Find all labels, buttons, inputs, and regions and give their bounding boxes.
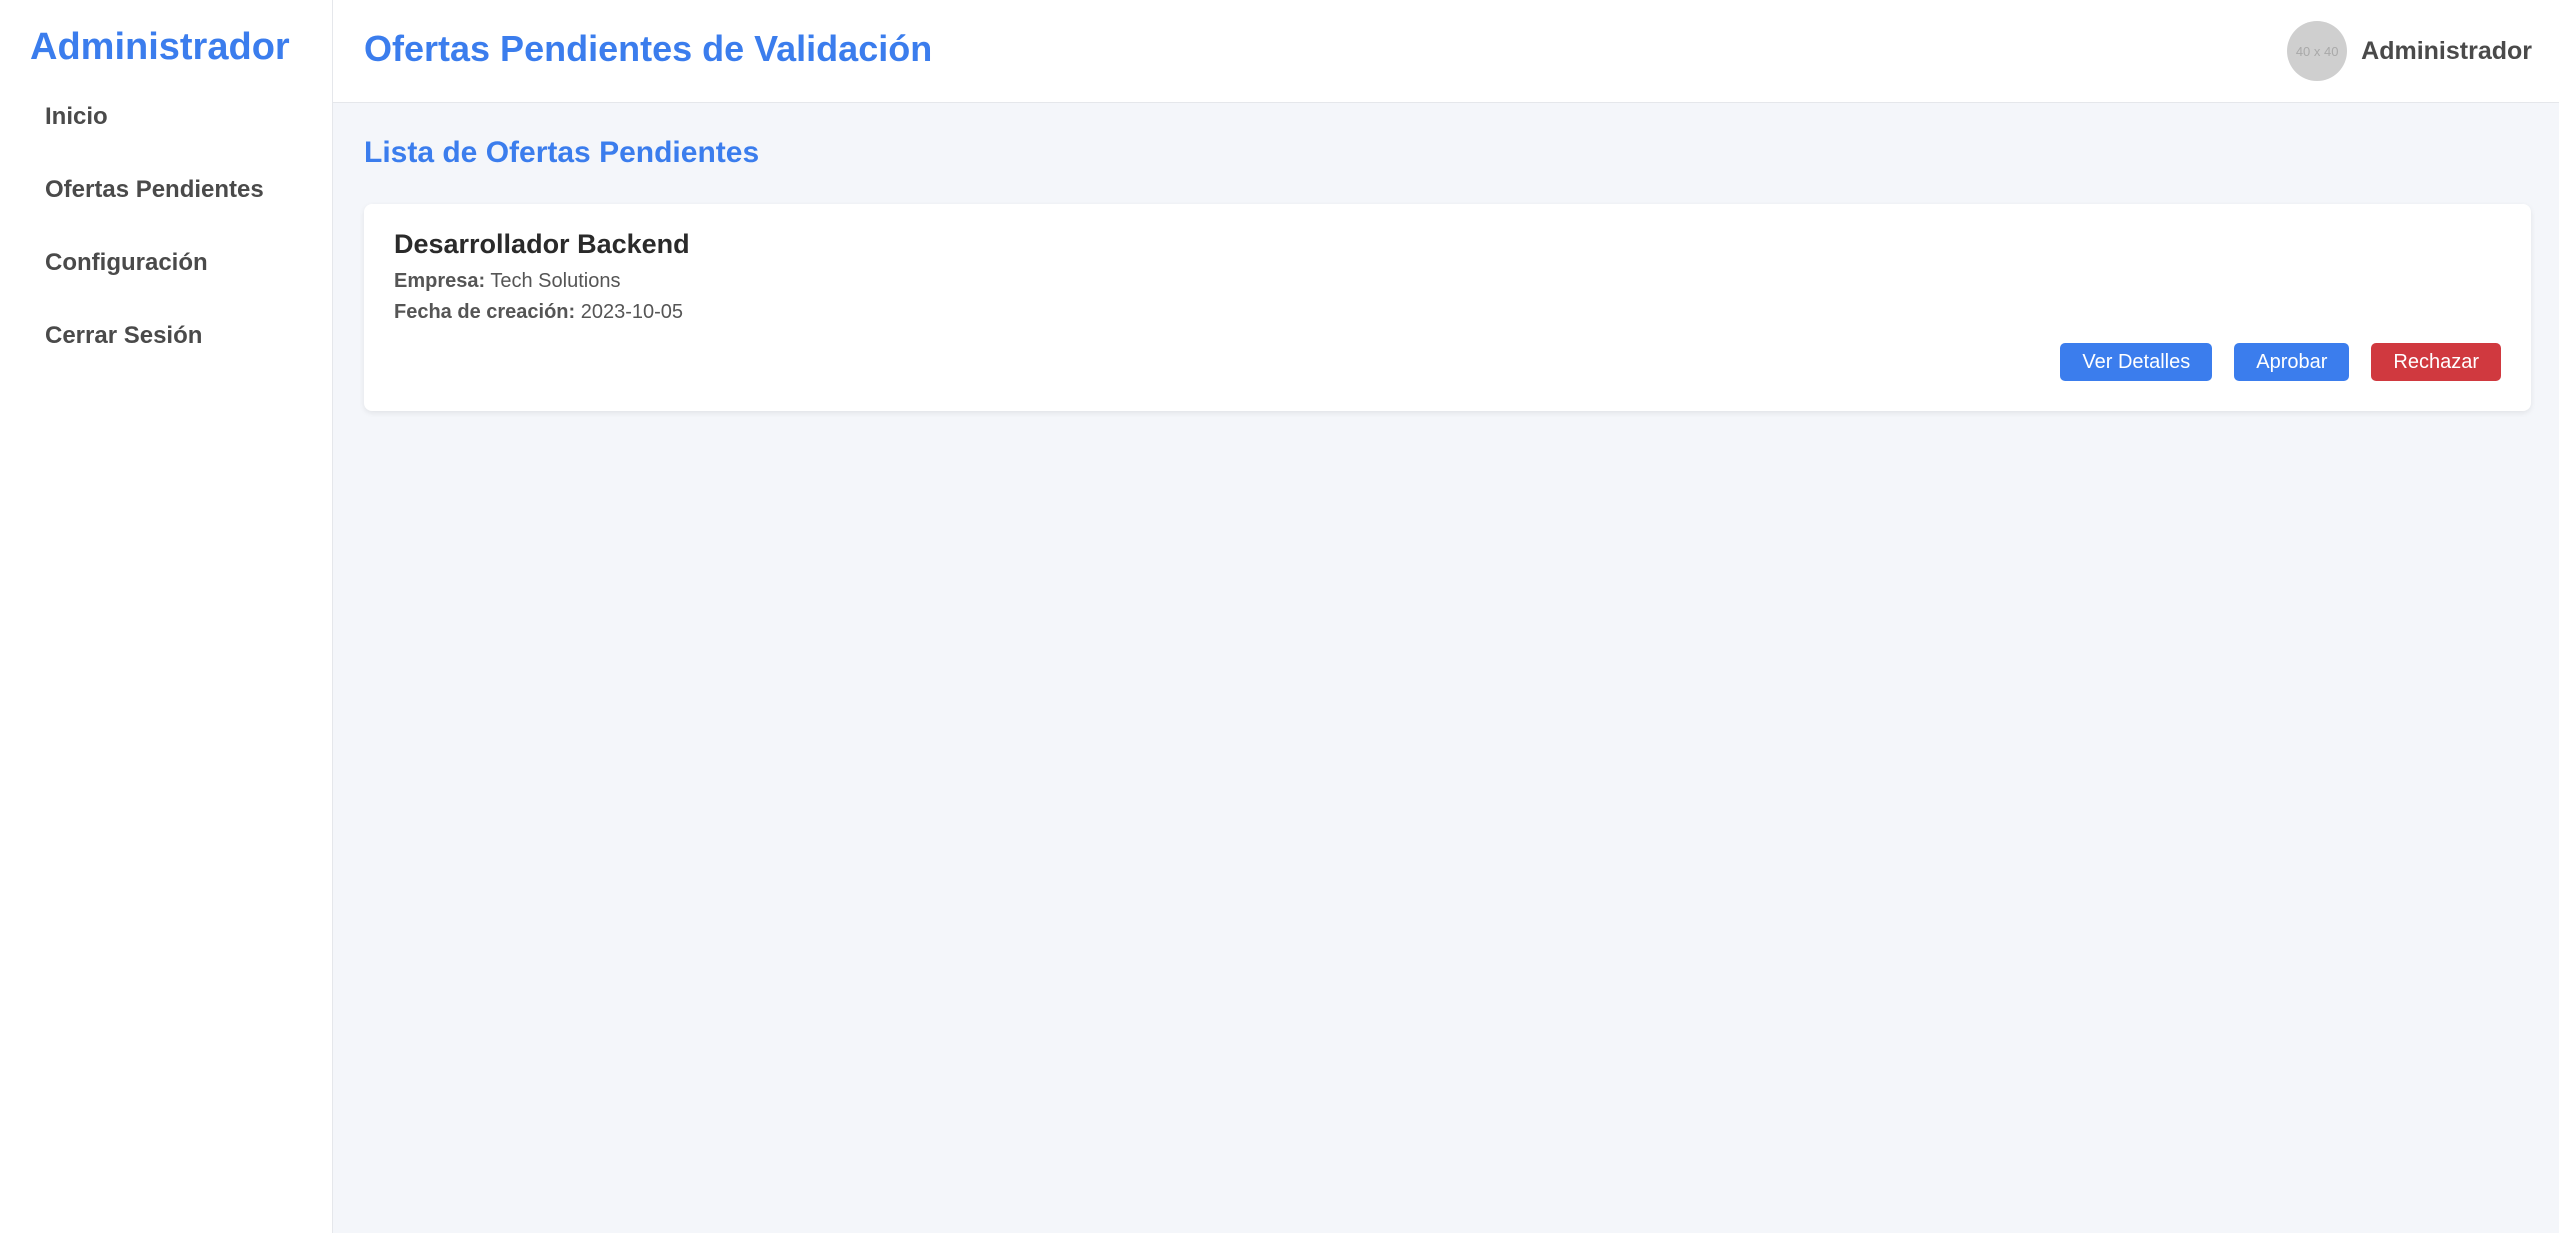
offer-date-label: Fecha de creación: xyxy=(394,301,576,323)
sidebar-item-cerrar-sesion[interactable]: Cerrar Sesión xyxy=(0,321,332,394)
top-bar: Ofertas Pendientes de Validación 40 x 40… xyxy=(333,0,2559,103)
offer-company-label: Empresa: xyxy=(394,270,486,292)
app-layout: Administrador Inicio Ofertas Pendientes … xyxy=(0,0,2559,1233)
sidebar-item-configuracion[interactable]: Configuración xyxy=(0,248,332,321)
offer-company-value: Tech Solutions xyxy=(490,270,621,292)
user-menu[interactable]: 40 x 40 Administrador xyxy=(2287,21,2532,81)
sidebar-item-ofertas-pendientes[interactable]: Ofertas Pendientes xyxy=(0,175,332,248)
user-name[interactable]: Administrador xyxy=(2361,37,2532,66)
offer-date: Fecha de creación: 2023-10-05 xyxy=(394,300,2501,324)
offer-company: Empresa: Tech Solutions xyxy=(394,269,2501,293)
sidebar: Administrador Inicio Ofertas Pendientes … xyxy=(0,0,333,1233)
page-title: Ofertas Pendientes de Validación xyxy=(364,28,933,69)
sidebar-nav: Inicio Ofertas Pendientes Configuración … xyxy=(0,102,332,394)
avatar[interactable]: 40 x 40 xyxy=(2287,21,2348,81)
offer-card: Desarrollador Backend Empresa: Tech Solu… xyxy=(364,204,2531,411)
offer-date-value: 2023-10-05 xyxy=(580,301,684,323)
content: Lista de Ofertas Pendientes Desarrollado… xyxy=(333,103,2559,411)
section-title: Lista de Ofertas Pendientes xyxy=(364,136,760,169)
sidebar-item-inicio[interactable]: Inicio xyxy=(0,102,332,175)
view-details-button[interactable]: Ver Detalles xyxy=(2060,343,2213,381)
main-area: Ofertas Pendientes de Validación 40 x 40… xyxy=(333,0,2559,1233)
reject-button[interactable]: Rechazar xyxy=(2371,343,2501,381)
approve-button[interactable]: Aprobar xyxy=(2234,343,2350,381)
offer-actions: Ver Detalles Aprobar Rechazar xyxy=(2060,343,2501,381)
sidebar-brand: Administrador xyxy=(30,26,290,68)
offer-title: Desarrollador Backend xyxy=(394,229,690,259)
